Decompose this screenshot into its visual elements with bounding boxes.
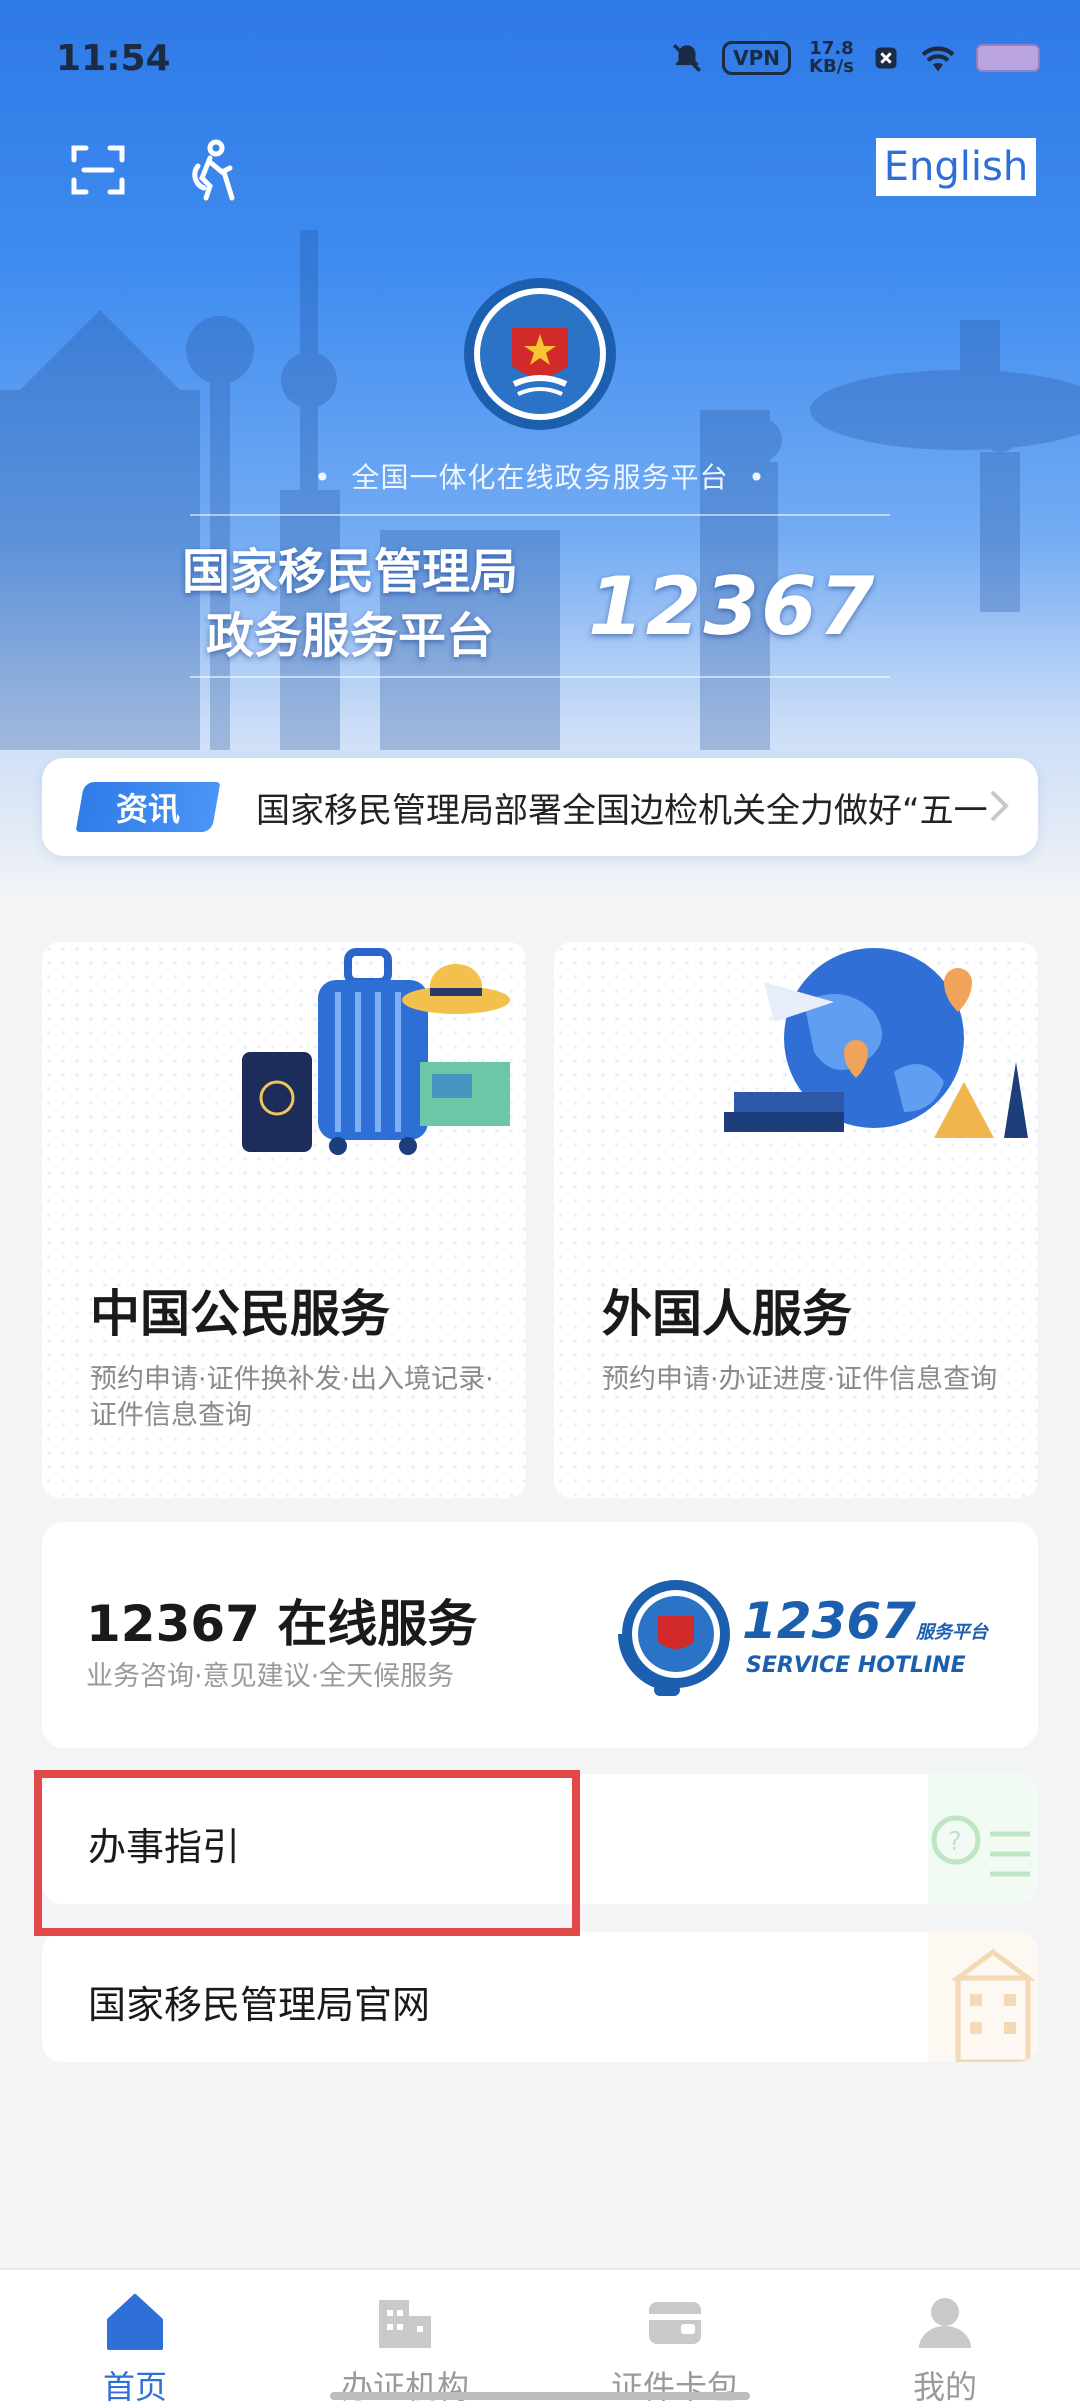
hotline-online-service-card[interactable]: 12367 在线服务 业务咨询·意见建议·全天候服务 12367 服务平台 SE…: [42, 1522, 1038, 1748]
user-icon: [919, 2298, 971, 2348]
tab-profile-label: 我的: [912, 2368, 977, 2406]
news-tag-label: 资讯: [115, 790, 180, 828]
chinese-citizen-service-title: 中国公民服务: [90, 1285, 390, 1343]
bottom-tab-bar: 首页 办证机构 证件卡包 我的: [0, 2268, 1080, 2408]
platform-subtitle: • 全国一体化在线政务服务平台 •: [0, 456, 1080, 496]
official-website-row-label: 国家移民管理局官网: [88, 1983, 431, 2027]
hotline-title: 12367 在线服务: [86, 1595, 478, 1653]
chinese-citizen-service-card[interactable]: 中国公民服务 预约申请·证件换补发·出入境记录·证件信息查询: [42, 942, 526, 1498]
tab-agencies[interactable]: 办证机构: [270, 2270, 540, 2408]
platform-title-line1: 国家移民管理局: [181, 544, 518, 600]
tab-home-label: 首页: [102, 2368, 167, 2406]
app-screen: 11:54 VPN 17.8 KB/s English • 全国一体化在线政务服…: [0, 0, 1080, 2408]
guide-document-icon: ?: [928, 1774, 1038, 1904]
hotline-number-banner: 12367: [588, 560, 877, 653]
vpn-badge: VPN: [722, 41, 792, 75]
speed-unit: KB/s: [809, 56, 854, 77]
foreigner-service-desc: 预约申请·办证进度·证件信息查询: [602, 1364, 998, 1395]
divider-top: [190, 514, 890, 516]
platform-subtitle-text: 全国一体化在线政务服务平台: [351, 461, 729, 494]
status-bar: 11:54 VPN 17.8 KB/s: [0, 0, 1080, 120]
hotline-subtitle: 业务咨询·意见建议·全天候服务: [86, 1661, 455, 1692]
globe-illustration: [724, 948, 1028, 1138]
english-language-button[interactable]: English: [876, 138, 1036, 196]
platform-title-line2: 政务服务平台: [205, 608, 494, 664]
hotline-logo-number: 12367: [742, 1592, 916, 1650]
network-speed: 17.8 KB/s: [809, 40, 854, 76]
wallet-icon: [649, 2302, 701, 2344]
question-mark-glyph: ?: [948, 1827, 962, 1857]
building-icon: [928, 1932, 1038, 2062]
hotline-logo-tag: 服务平台: [915, 1622, 990, 1643]
platform-title: 国家移民管理局 政务服务平台: [170, 540, 530, 668]
status-time: 11:54: [56, 38, 171, 79]
divider-bottom: [190, 676, 890, 678]
tab-card-wallet[interactable]: 证件卡包: [540, 2270, 810, 2408]
scan-icon[interactable]: [66, 138, 130, 202]
highlight-annotation-box: [34, 1770, 580, 1936]
battery-icon: [976, 44, 1040, 72]
sim-icon: [875, 47, 897, 69]
luggage-illustration: [242, 948, 510, 1155]
news-headline[interactable]: 国家移民管理局部署全国边检机关全力做好“五一: [256, 783, 996, 832]
china-immigration-emblem: [464, 278, 616, 430]
chinese-citizen-service-desc: 预约申请·证件换补发·出入境记录·证件信息查询: [90, 1364, 494, 1431]
service-hotline-logo: 12367 服务平台 SERVICE HOTLINE: [618, 1580, 990, 1696]
mute-bell-icon: [673, 43, 702, 73]
official-website-row[interactable]: 国家移民管理局官网: [42, 1932, 1038, 2062]
tab-profile[interactable]: 我的: [810, 2270, 1080, 2408]
tab-agencies-label: 办证机构: [340, 2368, 469, 2406]
hotline-logo-en: SERVICE HOTLINE: [746, 1653, 966, 1678]
dot-left: •: [314, 461, 352, 494]
news-ticker[interactable]: 资讯 国家移民管理局部署全国边检机关全力做好“五一: [42, 758, 1038, 856]
home-icon: [107, 2294, 163, 2350]
tab-card-wallet-label: 证件卡包: [610, 2368, 739, 2406]
dot-right: •: [728, 461, 766, 494]
tab-home[interactable]: 首页: [0, 2270, 270, 2408]
news-tag: 资讯: [75, 782, 221, 832]
home-indicator[interactable]: [330, 2392, 750, 2400]
status-icons: VPN 17.8 KB/s: [670, 40, 1040, 76]
foreigner-service-title: 外国人服务: [602, 1285, 852, 1343]
building-icon: [379, 2300, 431, 2348]
elder-mode-icon[interactable]: [180, 138, 244, 202]
chevron-right-icon: [990, 790, 1009, 822]
wifi-icon: [921, 46, 955, 72]
foreigner-service-card[interactable]: 外国人服务 预约申请·办证进度·证件信息查询: [554, 942, 1038, 1498]
